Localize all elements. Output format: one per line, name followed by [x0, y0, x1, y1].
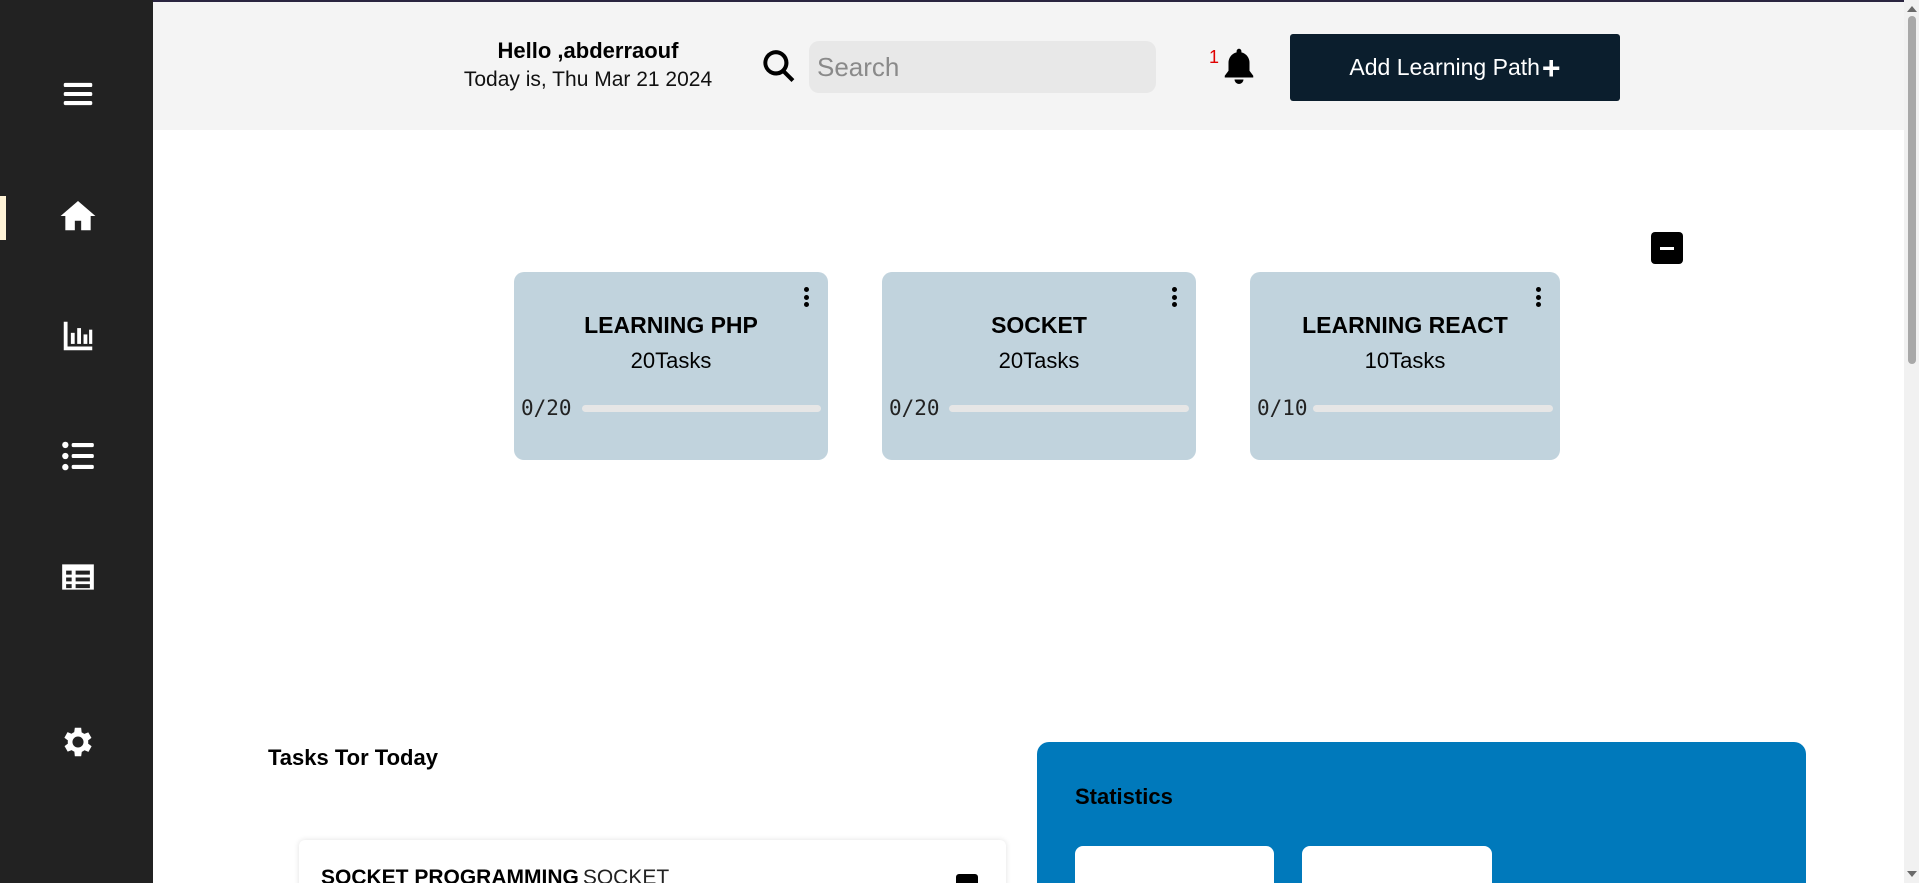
task-path: SOCKET	[582, 866, 670, 883]
sidebar	[0, 0, 153, 883]
page-scrollbar[interactable]	[1904, 0, 1919, 883]
collapse-button[interactable]	[1651, 232, 1683, 264]
list-icon[interactable]	[56, 434, 100, 478]
scrollbar-thumb[interactable]	[1908, 16, 1916, 364]
progress-bar	[1313, 405, 1553, 412]
card-title: LEARNING REACT	[1302, 312, 1508, 338]
progress-bar	[582, 405, 821, 412]
plus-icon: +	[1541, 49, 1561, 86]
stat-card	[1075, 846, 1274, 883]
menu-icon[interactable]	[56, 72, 100, 116]
bell-icon[interactable]	[1221, 46, 1261, 88]
active-indicator	[0, 196, 6, 240]
learning-path-card[interactable]: LEARNING REACT 10Tasks 0/10	[1250, 272, 1560, 460]
card-task-count: 20Tasks	[630, 348, 712, 373]
search-input[interactable]	[809, 41, 1156, 93]
minus-icon	[1660, 246, 1674, 250]
task-item[interactable]: SOCKET PROGRAMMING SOCKET	[299, 840, 1006, 883]
add-learning-path-button[interactable]: Add Learning Path +	[1290, 34, 1620, 101]
tasks-today-heading: Tasks Tor Today	[268, 745, 438, 770]
card-title: SOCKET	[991, 312, 1087, 338]
app: Hello ,abderraouf Today is, Thu Mar 21 2…	[0, 0, 1919, 883]
card-progress-text: 0/20	[889, 396, 940, 420]
home-icon[interactable]	[56, 194, 100, 238]
more-options-icon[interactable]	[800, 284, 812, 310]
task-action-button[interactable]	[956, 874, 978, 883]
date-text: Today is, Thu Mar 21 2024	[463, 68, 713, 91]
statistics-panel: Statistics	[1037, 742, 1806, 883]
card-progress-text: 0/20	[521, 396, 572, 420]
task-title: SOCKET PROGRAMMING SOCKET	[321, 866, 669, 883]
search-icon[interactable]	[760, 47, 800, 87]
learning-path-card[interactable]: SOCKET 20Tasks 0/20	[882, 272, 1196, 460]
top-header: Hello ,abderraouf Today is, Thu Mar 21 2…	[153, 0, 1919, 130]
learning-path-card[interactable]: LEARNING PHP 20Tasks 0/20	[514, 272, 828, 460]
more-options-icon[interactable]	[1532, 284, 1544, 310]
progress-bar	[949, 405, 1189, 412]
card-progress-text: 0/10	[1257, 396, 1308, 420]
statistics-title: Statistics	[1075, 784, 1173, 809]
scroll-up-arrow-icon[interactable]	[1907, 6, 1917, 12]
more-options-icon[interactable]	[1168, 284, 1180, 310]
add-learning-path-label: Add Learning Path	[1349, 54, 1540, 80]
task-name: SOCKET PROGRAMMING	[321, 866, 579, 883]
card-task-count: 20Tasks	[998, 348, 1080, 373]
stat-card	[1302, 846, 1492, 883]
greeting-text: Hello ,abderraouf	[497, 38, 679, 63]
greeting: Hello ,abderraouf Today is, Thu Mar 21 2…	[453, 38, 723, 92]
scroll-down-arrow-icon[interactable]	[1907, 871, 1917, 877]
card-task-count: 10Tasks	[1364, 348, 1446, 373]
table-icon[interactable]	[56, 555, 100, 599]
gear-icon[interactable]	[56, 720, 100, 764]
chart-icon[interactable]	[56, 314, 100, 358]
notification-count: 1	[1209, 47, 1220, 67]
card-title: LEARNING PHP	[584, 312, 758, 338]
